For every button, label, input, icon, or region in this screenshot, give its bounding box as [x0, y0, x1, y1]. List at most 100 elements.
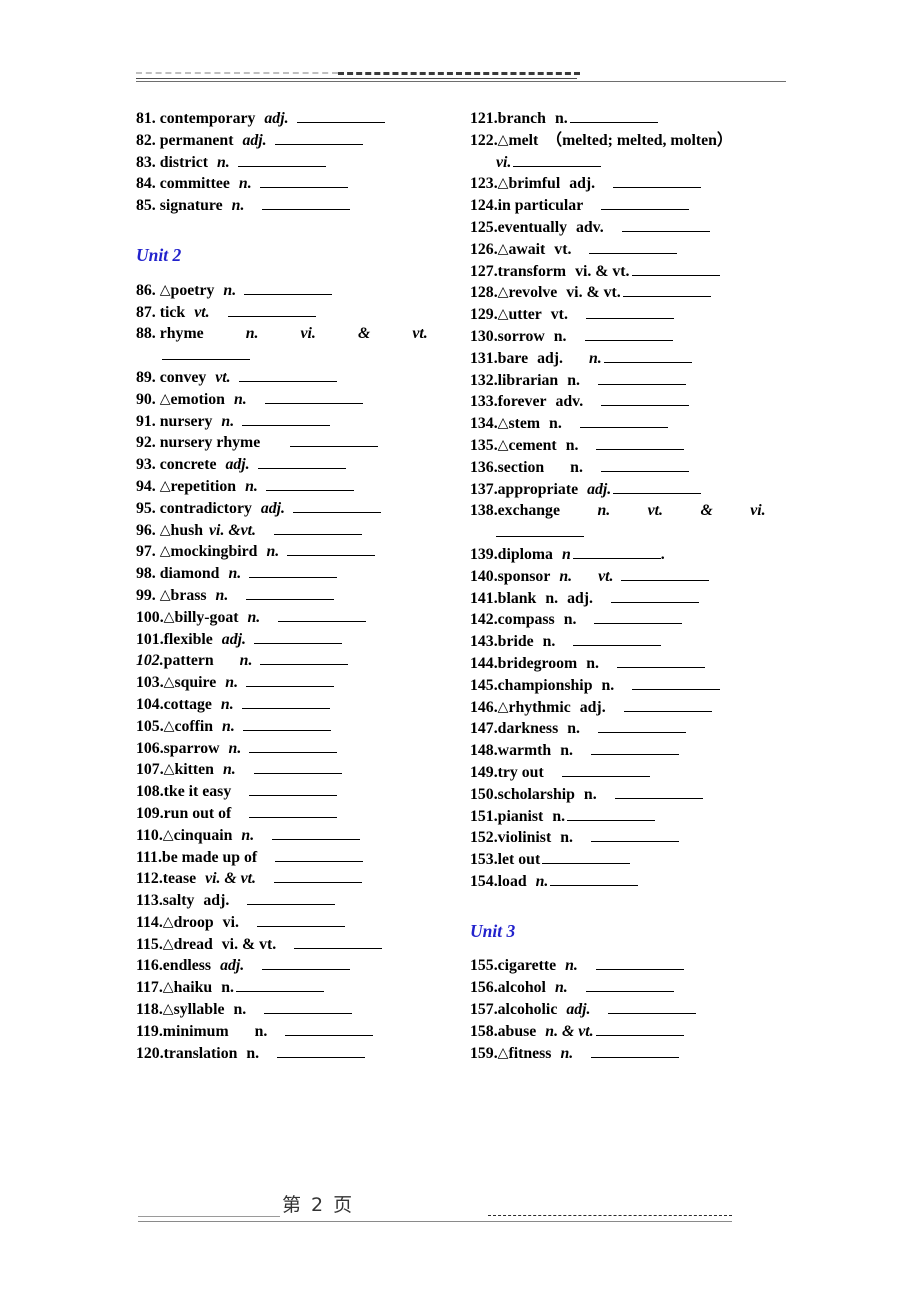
vocab-entry-113: 113.salty adj. — [136, 890, 481, 912]
answer-blank[interactable] — [572, 545, 661, 559]
answer-blank[interactable] — [264, 390, 363, 404]
entry-number: 115. — [136, 935, 163, 953]
answer-blank[interactable] — [595, 1022, 684, 1036]
entry-inflections: （melted; melted, molten） — [546, 131, 733, 149]
answer-blank[interactable] — [591, 1044, 680, 1058]
answer-blank[interactable] — [294, 935, 383, 949]
answer-blank[interactable] — [561, 763, 650, 777]
answer-blank[interactable] — [235, 978, 324, 993]
answer-blank[interactable] — [249, 739, 338, 753]
answer-blank[interactable] — [242, 717, 331, 731]
answer-blank[interactable] — [244, 281, 333, 295]
answer-blank[interactable] — [597, 371, 686, 385]
answer-blank[interactable] — [590, 828, 679, 843]
answer-blank[interactable] — [162, 346, 250, 361]
answer-blank[interactable] — [277, 1044, 366, 1058]
answer-blank[interactable] — [259, 174, 348, 189]
vocab-entry-144: 144.bridegroom n. — [470, 653, 815, 675]
answer-blank[interactable] — [567, 807, 656, 821]
answer-blank[interactable] — [237, 153, 326, 167]
answer-blank[interactable] — [249, 782, 338, 797]
vocab-entry-134: 134.△stem n. — [470, 413, 815, 435]
answer-blank[interactable] — [579, 414, 668, 429]
answer-blank[interactable] — [293, 499, 382, 513]
answer-blank[interactable] — [264, 1000, 353, 1015]
answer-blank[interactable] — [496, 523, 584, 538]
vocab-entry-94: 94. △repetition n. — [136, 476, 481, 498]
answer-blank[interactable] — [550, 872, 639, 886]
answer-blank[interactable] — [608, 1000, 697, 1015]
entry-word: emotion — [170, 390, 225, 408]
answer-blank[interactable] — [285, 1022, 374, 1036]
entry-word: hush — [170, 521, 204, 539]
answer-blank[interactable] — [589, 240, 678, 254]
answer-blank[interactable] — [623, 698, 712, 712]
vocab-entry-158: 158.abuse n. & vt. — [470, 1021, 815, 1043]
answer-blank[interactable] — [622, 283, 711, 298]
answer-blank[interactable] — [631, 262, 720, 276]
vocab-entry-118: 118.△syllable n. — [136, 999, 481, 1021]
answer-blank[interactable] — [596, 436, 685, 450]
answer-blank[interactable] — [610, 589, 699, 603]
answer-blank[interactable] — [569, 109, 658, 123]
answer-blank[interactable] — [621, 567, 710, 581]
answer-blank[interactable] — [296, 109, 385, 123]
answer-blank[interactable] — [273, 521, 362, 535]
answer-blank[interactable] — [275, 848, 364, 862]
answer-blank[interactable] — [603, 349, 692, 363]
answer-blank[interactable] — [262, 957, 351, 971]
answer-blank[interactable] — [287, 542, 376, 557]
answer-blank[interactable] — [260, 651, 349, 666]
vocab-entry-122: 122.△melt （melted; melted, molten） — [470, 130, 815, 152]
answer-blank[interactable] — [249, 804, 338, 818]
answer-blank[interactable] — [265, 477, 354, 491]
answer-blank[interactable] — [253, 630, 342, 644]
answer-blank[interactable] — [597, 719, 686, 734]
entry-word: revolve — [508, 284, 558, 302]
answer-blank[interactable] — [585, 305, 674, 320]
answer-blank[interactable] — [590, 741, 679, 756]
answer-blank[interactable] — [290, 433, 379, 448]
answer-blank[interactable] — [513, 153, 602, 167]
answer-blank[interactable] — [632, 676, 721, 690]
answer-blank[interactable] — [542, 850, 631, 865]
answer-blank[interactable] — [614, 785, 703, 799]
answer-blank[interactable] — [253, 760, 342, 775]
entry-number: 152. — [470, 829, 498, 847]
entry-pos: n. — [228, 565, 242, 583]
answer-blank[interactable] — [242, 412, 331, 426]
answer-blank[interactable] — [584, 327, 673, 341]
answer-blank[interactable] — [278, 608, 367, 622]
answer-blank[interactable] — [601, 196, 690, 211]
answer-blank[interactable] — [247, 891, 336, 906]
answer-blank[interactable] — [272, 826, 361, 840]
entry-number: 148. — [470, 742, 498, 760]
answer-blank[interactable] — [621, 218, 710, 232]
answer-blank[interactable] — [573, 632, 662, 647]
answer-blank[interactable] — [246, 673, 335, 688]
answer-blank[interactable] — [246, 586, 335, 600]
answer-blank[interactable] — [256, 913, 345, 927]
answer-blank[interactable] — [616, 654, 705, 668]
heading-spacer — [470, 942, 815, 955]
entry-number: 131. — [470, 349, 498, 367]
answer-blank[interactable] — [601, 392, 690, 407]
answer-blank[interactable] — [274, 131, 363, 145]
answer-blank[interactable] — [238, 368, 337, 382]
answer-blank[interactable] — [262, 196, 351, 211]
answer-blank[interactable] — [257, 455, 346, 470]
answer-blank[interactable] — [585, 978, 674, 993]
answer-blank[interactable] — [600, 458, 689, 472]
entry-number: 107. — [136, 761, 164, 779]
answer-blank[interactable] — [594, 610, 683, 625]
heading-spacer — [136, 267, 481, 280]
answer-blank[interactable] — [241, 695, 330, 709]
answer-blank[interactable] — [249, 564, 338, 579]
answer-blank[interactable] — [595, 957, 684, 971]
answer-blank[interactable] — [613, 480, 702, 494]
unit-heading-3: Unit 3 — [470, 920, 516, 941]
answer-blank[interactable] — [613, 174, 702, 189]
answer-blank[interactable] — [227, 303, 316, 317]
entry-word: haiku — [173, 979, 213, 997]
answer-blank[interactable] — [274, 869, 363, 884]
